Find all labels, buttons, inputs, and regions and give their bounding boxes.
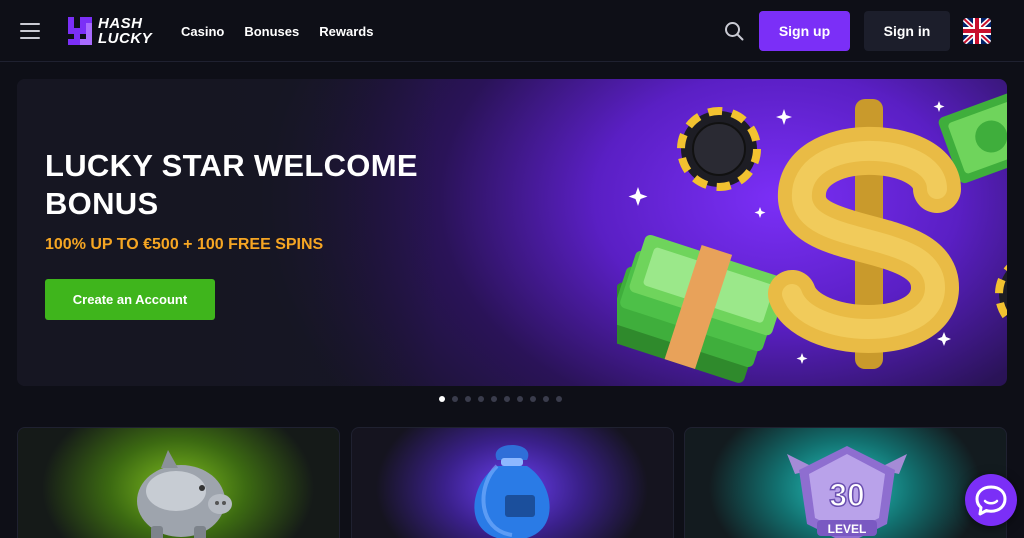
carousel-dot[interactable]	[517, 396, 523, 402]
carousel-dot[interactable]	[439, 396, 445, 402]
search-icon[interactable]	[724, 21, 744, 41]
money-bag-icon	[474, 445, 550, 538]
feature-card-piggy-bank[interactable]	[17, 427, 340, 538]
carousel-dot[interactable]	[556, 396, 562, 402]
feature-card-level[interactable]: 30 LEVEL	[684, 427, 1007, 538]
logo-text: HASH LUCKY	[98, 16, 152, 46]
sign-up-button[interactable]: Sign up	[759, 11, 850, 51]
carousel-dot[interactable]	[530, 396, 536, 402]
carousel-dot[interactable]	[452, 396, 458, 402]
main-nav: Casino Bonuses Rewards	[181, 24, 373, 39]
carousel-dot[interactable]	[478, 396, 484, 402]
banner-subtitle: 100% UP TO €500 + 100 FREE SPINS	[45, 236, 324, 253]
level-number: 30	[829, 477, 865, 513]
nav-rewards[interactable]: Rewards	[319, 24, 373, 39]
chat-bubble-icon	[975, 485, 1007, 516]
logo[interactable]: HASH LUCKY	[66, 14, 152, 48]
nav-bonuses[interactable]: Bonuses	[244, 24, 299, 39]
banner-shade	[17, 79, 437, 386]
nav-casino[interactable]: Casino	[181, 24, 224, 39]
hamburger-menu-icon[interactable]	[20, 23, 40, 39]
feature-card-money-bag[interactable]	[351, 427, 674, 538]
banner-title: LUCKY STAR WELCOME BONUS	[45, 148, 418, 221]
uk-flag-icon[interactable]	[963, 18, 991, 44]
logo-mark-icon	[68, 17, 92, 45]
carousel-dot[interactable]	[465, 396, 471, 402]
carousel-dot[interactable]	[543, 396, 549, 402]
piggy-bank-icon	[137, 450, 232, 538]
carousel-dot[interactable]	[491, 396, 497, 402]
carousel-dot[interactable]	[504, 396, 510, 402]
carousel-dots	[439, 396, 562, 402]
logo-line-2: LUCKY	[98, 30, 153, 47]
live-chat-button[interactable]	[965, 474, 1017, 526]
promo-banner[interactable]: LUCKY STAR WELCOME BONUS 100% UP TO €500…	[17, 79, 1007, 386]
sign-in-button[interactable]: Sign in	[864, 11, 950, 51]
dollar-cash-illustration	[617, 89, 1007, 383]
level-badge-icon: 30 LEVEL	[787, 446, 907, 538]
create-account-button[interactable]: Create an Account	[45, 279, 215, 320]
logo-line-1: HASH	[98, 15, 143, 32]
top-header: HASH LUCKY Casino Bonuses Rewards Sign u…	[0, 0, 1024, 62]
level-label: LEVEL	[828, 522, 867, 536]
